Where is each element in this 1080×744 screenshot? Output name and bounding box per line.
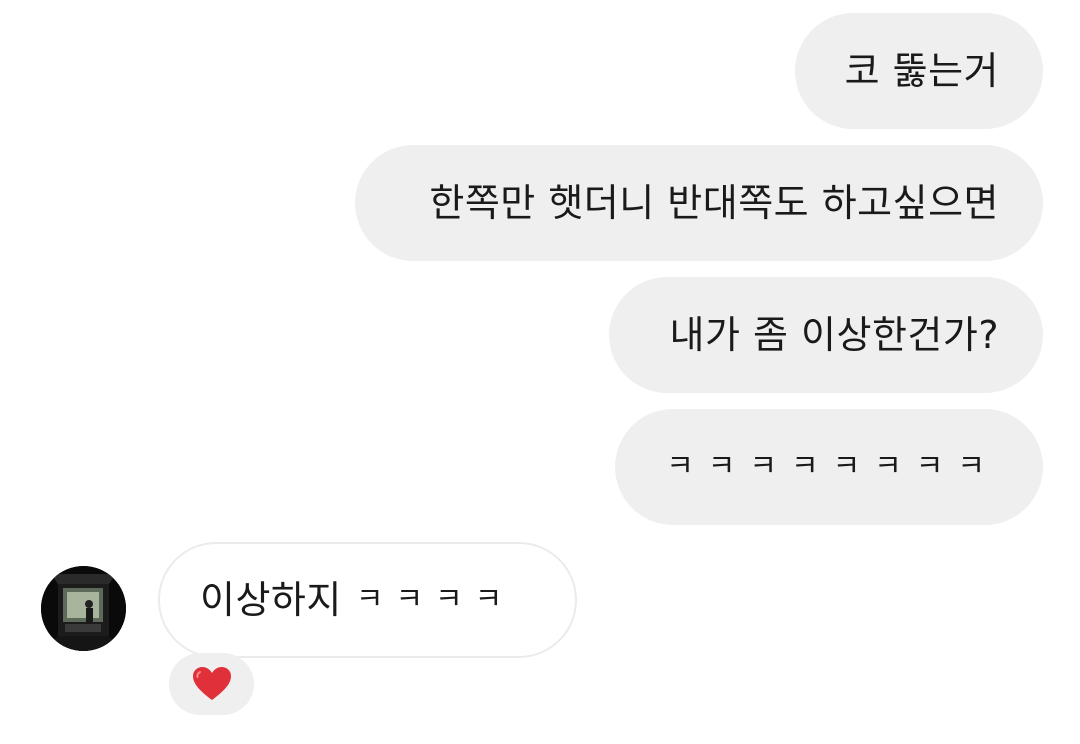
message-text: ㅋㅋㅋㅋㅋㅋㅋㅋ (666, 449, 999, 484)
message-text: 한쪽만 햇더니 반대쪽도 하고싶으면 (429, 181, 999, 225)
heart-reaction[interactable] (169, 653, 254, 715)
message-laugh-text: ㅋㅋㅋㅋ (355, 582, 515, 617)
message-text: 코 뚫는거 (844, 49, 999, 93)
incoming-message[interactable]: 이상하지 ㅋㅋㅋㅋ (158, 542, 577, 658)
message-text: 내가 좀 이상한건가? (669, 313, 999, 357)
outgoing-message[interactable]: 한쪽만 햇더니 반대쪽도 하고싶으면 (355, 145, 1043, 261)
outgoing-message[interactable]: 코 뚫는거 (795, 13, 1043, 129)
heart-icon (192, 667, 231, 700)
message-text: 이상하지 (200, 578, 342, 622)
avatar-photo (41, 566, 126, 651)
outgoing-message[interactable]: ㅋㅋㅋㅋㅋㅋㅋㅋ (615, 409, 1043, 525)
outgoing-message[interactable]: 내가 좀 이상한건가? (609, 277, 1043, 393)
contact-avatar[interactable] (41, 566, 126, 651)
